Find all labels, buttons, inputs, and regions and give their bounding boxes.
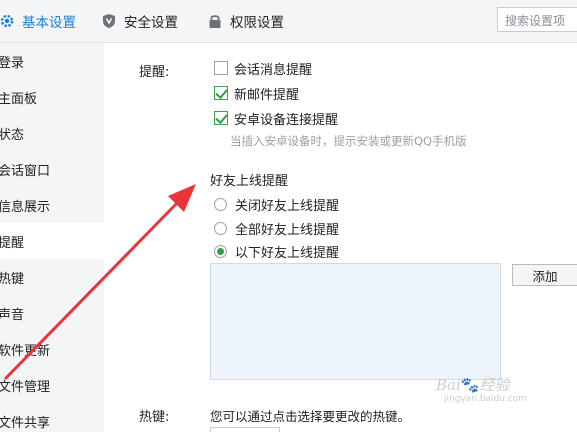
radio-button-selected[interactable] [214, 244, 227, 258]
sidebar-item-label: 提醒 [0, 235, 25, 251]
sidebar-item-label: 软件更新 [0, 343, 51, 359]
hotkey-field[interactable] [210, 427, 280, 432]
tab-permission-settings[interactable]: 权限设置 [207, 0, 284, 42]
checkbox-checked[interactable] [214, 111, 228, 125]
sidebar-item-label: 文件管理 [0, 379, 51, 395]
sidebar-item-info-display[interactable]: 信息展示 [0, 187, 104, 223]
android-hint-text: 当插入安卓设备时，提示安装或更新QQ手机版 [230, 134, 467, 148]
baidu-watermark: Bai🐾经验 jingyan.baidu.com [436, 376, 528, 404]
checkbox-chat-message-reminder[interactable]: 会话消息提醒 [214, 59, 313, 78]
sidebar-item-chat-window[interactable]: 会话窗口 [0, 151, 104, 187]
radio-selected-friends-online[interactable]: 以下好友上线提醒 [214, 242, 340, 261]
sidebar-item-file-sharing[interactable]: 文件共享 [0, 403, 104, 432]
sidebar-item-software-update[interactable]: 软件更新 [0, 331, 104, 367]
friend-list-box[interactable] [210, 263, 501, 380]
hotkey-description: 您可以通过点击选择要更改的热键。 [210, 409, 411, 424]
radio-label: 以下好友上线提醒 [235, 245, 340, 261]
checkbox-new-mail-reminder[interactable]: 新邮件提醒 [214, 84, 300, 103]
search-placeholder: 搜索设置项 [505, 14, 566, 28]
sidebar-item-reminder[interactable]: 提醒 [0, 223, 104, 259]
sidebar-item-file-management[interactable]: 文件管理 [0, 367, 104, 403]
checkbox-label: 新邮件提醒 [234, 87, 300, 103]
tab-permission-label: 权限设置 [230, 15, 284, 31]
gear-icon [0, 13, 15, 29]
radio-label: 关闭好友上线提醒 [235, 198, 340, 214]
checkbox-checked[interactable] [214, 86, 228, 100]
radio-button[interactable] [214, 197, 227, 211]
search-input[interactable]: 搜索设置项 [497, 7, 577, 32]
sidebar-item-label: 登录 [0, 55, 25, 71]
checkbox[interactable] [214, 61, 228, 75]
friend-online-title: 好友上线提醒 [210, 174, 289, 189]
tab-basic-label: 基本设置 [22, 15, 76, 31]
sidebar-item-label: 声音 [0, 307, 25, 323]
settings-tab-bar: 基本设置 安全设置 权限设置 搜索设置项 [0, 0, 577, 43]
radio-button[interactable] [214, 221, 227, 235]
sidebar-item-login[interactable]: 登录 [0, 43, 104, 79]
sidebar-item-hotkey[interactable]: 热键 [0, 259, 104, 295]
sidebar-item-sound[interactable]: 声音 [0, 295, 104, 331]
radio-label: 全部好友上线提醒 [235, 222, 340, 238]
lock-icon [207, 13, 223, 29]
hotkey-section-label: 热键: [139, 410, 170, 425]
sidebar-item-label: 热键 [0, 271, 25, 287]
settings-sidebar: 登录 主面板 状态 会话窗口 信息展示 提醒 热键 声音 软件更新 文件管理 文… [0, 43, 104, 432]
sidebar-item-status[interactable]: 状态 [0, 115, 104, 151]
radio-disable-friend-online[interactable]: 关闭好友上线提醒 [214, 195, 340, 214]
checkbox-android-device-reminder[interactable]: 安卓设备连接提醒 [214, 109, 339, 128]
tab-security-settings[interactable]: 安全设置 [101, 0, 178, 42]
sidebar-item-label: 状态 [0, 127, 25, 143]
add-friend-button[interactable]: 添加 [512, 264, 577, 286]
reminder-section-label: 提醒: [139, 65, 170, 80]
tab-basic-settings[interactable]: 基本设置 [0, 0, 76, 42]
checkbox-label: 会话消息提醒 [234, 62, 313, 78]
sidebar-item-label: 信息展示 [0, 199, 51, 215]
sidebar-item-label: 主面板 [0, 91, 38, 107]
shield-icon [101, 13, 117, 29]
radio-all-friends-online[interactable]: 全部好友上线提醒 [214, 219, 340, 238]
sidebar-item-main-panel[interactable]: 主面板 [0, 79, 104, 115]
checkbox-label: 安卓设备连接提醒 [234, 112, 339, 128]
sidebar-item-label: 文件共享 [0, 415, 51, 431]
sidebar-item-label: 会话窗口 [0, 163, 51, 179]
tab-security-label: 安全设置 [124, 15, 178, 31]
